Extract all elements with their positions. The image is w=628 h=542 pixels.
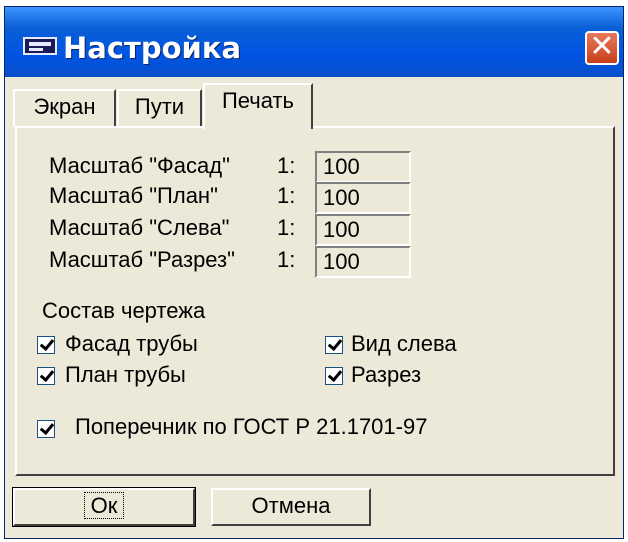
tab-print[interactable]: Печать [203, 83, 313, 129]
scale-prefix-plan: 1: [277, 183, 296, 208]
ok-button[interactable]: Ок [12, 487, 196, 527]
checkbox-label-plan-pipe: План трубы [65, 362, 186, 387]
scale-prefix-left: 1: [277, 215, 296, 240]
settings-dialog: Настройка ✕ Экран Пути Печать Масштаб "Ф… [4, 6, 624, 539]
close-button[interactable]: ✕ [585, 31, 619, 65]
checkbox-label-section: Разрез [351, 362, 422, 387]
title-bar[interactable]: Настройка ✕ [5, 7, 623, 77]
checkbox-label-gost: Поперечник по ГОСТ Р 21.1701-97 [75, 414, 428, 439]
tab-panel-print: Масштаб "Фасад" 1: Масштаб "План" 1: Мас… [15, 126, 615, 476]
composition-heading: Состав чертежа [42, 298, 206, 323]
checkbox-gost[interactable] [37, 420, 55, 438]
window-title: Настройка [63, 31, 242, 65]
ok-button-label: Ок [83, 492, 125, 519]
scale-prefix-section: 1: [277, 247, 296, 272]
checkbox-label-left-view: Вид слева [351, 331, 457, 356]
tab-screen[interactable]: Экран [13, 89, 116, 127]
checkbox-plan-pipe[interactable] [37, 367, 55, 385]
checkbox-label-facade-pipe: Фасад трубы [65, 331, 198, 356]
scale-label-left: Масштаб "Слева" [49, 215, 230, 240]
scale-prefix-facade: 1: [277, 153, 296, 178]
scale-label-facade: Масштаб "Фасад" [49, 153, 230, 178]
tab-paths[interactable]: Пути [117, 89, 202, 127]
scale-label-plan: Масштаб "План" [49, 183, 218, 208]
scale-input-left[interactable] [315, 214, 411, 246]
scale-input-plan[interactable] [315, 182, 411, 214]
cancel-button[interactable]: Отмена [211, 488, 371, 526]
checkbox-left-view[interactable] [325, 336, 343, 354]
checkbox-section[interactable] [325, 367, 343, 385]
checkbox-facade-pipe[interactable] [37, 336, 55, 354]
scale-label-section: Масштаб "Разрез" [49, 247, 235, 272]
scale-input-section[interactable] [315, 246, 411, 278]
app-icon [23, 37, 57, 55]
scale-input-facade[interactable] [315, 151, 411, 183]
